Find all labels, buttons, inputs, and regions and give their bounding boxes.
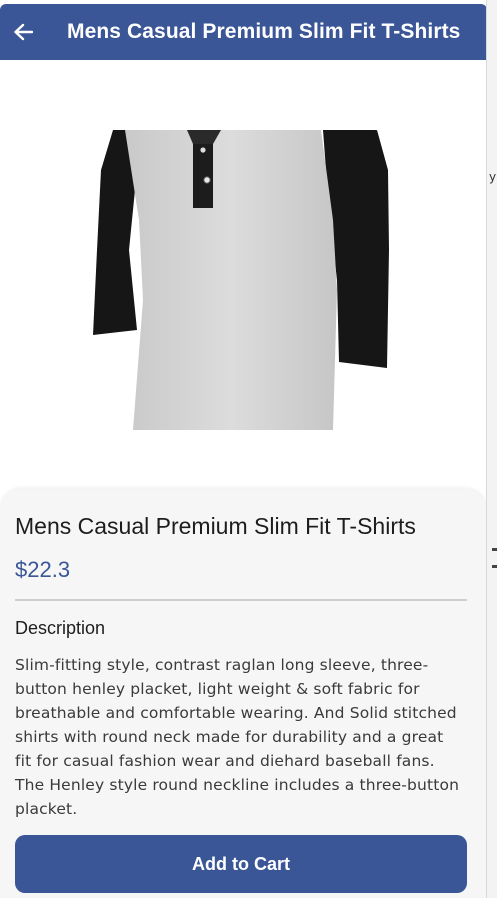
description-text: Slim-fitting style, contrast raglan long… xyxy=(15,656,460,818)
product-image xyxy=(91,130,391,430)
edge-mark xyxy=(492,565,497,568)
app-bar: Mens Casual Premium Slim Fit T-Shirts xyxy=(0,4,486,60)
edge-mark xyxy=(492,548,497,551)
arrow-left-icon xyxy=(14,23,33,41)
tshirt-image xyxy=(91,130,391,430)
back-button[interactable] xyxy=(0,4,46,60)
app-screen: Mens Casual Premium Slim Fit T-Shirts Me… xyxy=(0,0,487,898)
divider xyxy=(15,599,467,601)
add-to-cart-button[interactable]: Add to Cart xyxy=(15,835,467,893)
product-details-panel: Mens Casual Premium Slim Fit T-Shirts $2… xyxy=(0,489,486,898)
page-title: Mens Casual Premium Slim Fit T-Shirts xyxy=(67,20,461,43)
product-title: Mens Casual Premium Slim Fit T-Shirts xyxy=(15,513,416,539)
edge-mark: y xyxy=(489,170,497,184)
product-price: $22.3 xyxy=(15,557,71,582)
description-heading: Description xyxy=(15,618,106,638)
background-window-edge: y xyxy=(487,0,497,898)
